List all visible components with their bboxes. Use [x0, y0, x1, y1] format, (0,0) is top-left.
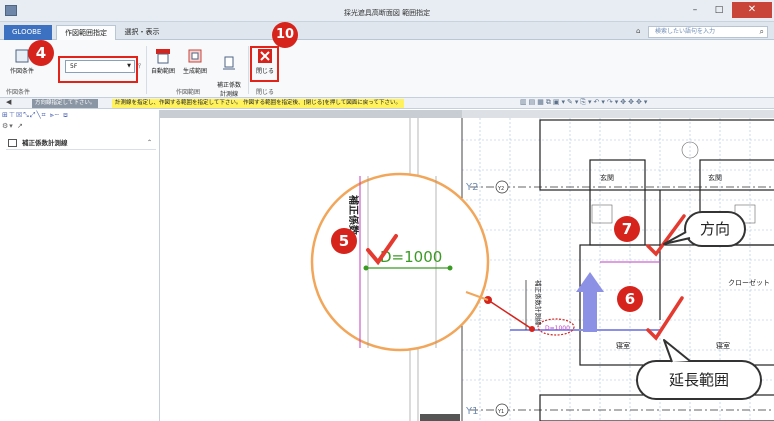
step-badge-4: 4 [28, 40, 54, 66]
callout-tails [663, 231, 691, 363]
step-badge-5: 5 [331, 228, 357, 254]
callout-extension-tail [663, 339, 691, 363]
callout-direction-tail [663, 231, 691, 245]
step-badge-6: 6 [617, 286, 643, 312]
step-badge-10: 10 [272, 22, 298, 48]
step-badge-7: 7 [614, 216, 640, 242]
app-window: 採光遮具高断面図 範囲指定 – □ ✕ GLOOBE 作図範囲指定 選択・表示 … [0, 0, 774, 421]
